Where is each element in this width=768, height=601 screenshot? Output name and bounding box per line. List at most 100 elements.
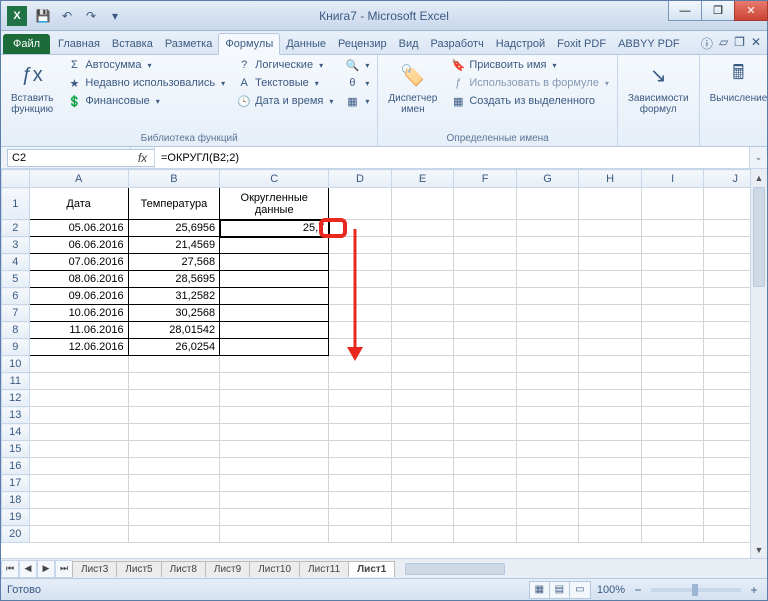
cell[interactable] [128, 407, 220, 424]
row-2[interactable]: 2 [2, 220, 30, 237]
financial-button[interactable]: 💲Финансовые▾ [63, 93, 229, 109]
lookup-button[interactable]: 🔍▾ [341, 57, 373, 73]
cell[interactable] [29, 475, 128, 492]
cell-A9[interactable]: 12.06.2016 [29, 339, 128, 356]
row-7[interactable]: 7 [2, 305, 30, 322]
scroll-thumb[interactable] [753, 187, 765, 287]
cell[interactable] [29, 390, 128, 407]
zoom-slider[interactable] [651, 588, 741, 592]
cell[interactable] [454, 475, 517, 492]
cell[interactable] [128, 441, 220, 458]
expand-formula-bar-icon[interactable]: ⌄ [749, 147, 767, 168]
tab-data[interactable]: Данные [280, 34, 332, 54]
cell[interactable] [128, 373, 220, 390]
row-16[interactable]: 16 [2, 458, 30, 475]
col-A[interactable]: A [29, 170, 128, 188]
sheet-tab-Лист10[interactable]: Лист10 [249, 561, 300, 577]
cell[interactable] [454, 339, 517, 356]
cell[interactable] [220, 373, 329, 390]
cell[interactable] [391, 441, 454, 458]
create-from-selection-button[interactable]: ▦Создать из выделенного [447, 93, 613, 109]
cell[interactable] [516, 492, 579, 509]
sheet-tab-Лист8[interactable]: Лист8 [161, 561, 206, 577]
cell[interactable] [579, 441, 642, 458]
cell[interactable] [329, 339, 392, 356]
insert-function-button[interactable]: ƒx Вставить функцию [5, 57, 59, 117]
cell[interactable] [329, 322, 392, 339]
sheet-tab-Лист11[interactable]: Лист11 [299, 561, 349, 577]
col-I[interactable]: I [641, 170, 704, 188]
row-14[interactable]: 14 [2, 424, 30, 441]
cell[interactable] [641, 424, 704, 441]
cell[interactable] [220, 390, 329, 407]
qat-more-icon[interactable]: ▾ [105, 6, 125, 26]
cell-C5[interactable] [220, 271, 329, 288]
cell[interactable] [29, 373, 128, 390]
cell-C1[interactable]: Округленные данные [220, 188, 329, 220]
cell[interactable] [579, 526, 642, 543]
cell[interactable] [454, 390, 517, 407]
cell[interactable] [641, 254, 704, 271]
tab-nav-next[interactable]: ▶ [37, 560, 55, 578]
cell[interactable] [29, 407, 128, 424]
cell[interactable] [29, 424, 128, 441]
page-break-icon[interactable]: ▭ [570, 582, 590, 598]
cell-B6[interactable]: 31,2582 [128, 288, 220, 305]
cell[interactable] [579, 220, 642, 237]
cell[interactable] [329, 356, 392, 373]
row-12[interactable]: 12 [2, 390, 30, 407]
cell[interactable] [220, 492, 329, 509]
scroll-down-icon[interactable]: ▼ [751, 541, 767, 558]
vertical-scrollbar[interactable]: ▲ ▼ [750, 169, 767, 558]
cell[interactable] [391, 188, 454, 220]
cell[interactable] [220, 356, 329, 373]
cell[interactable] [220, 526, 329, 543]
cell[interactable] [579, 271, 642, 288]
tab-nav-last[interactable]: ⏭ [55, 560, 73, 578]
minimize-button[interactable]: — [668, 1, 702, 21]
cell[interactable] [641, 339, 704, 356]
cell[interactable] [454, 220, 517, 237]
row-8[interactable]: 8 [2, 322, 30, 339]
cell[interactable] [516, 441, 579, 458]
cell[interactable] [391, 322, 454, 339]
undo-icon[interactable]: ↶ [57, 6, 77, 26]
cell[interactable] [220, 509, 329, 526]
cell[interactable] [516, 475, 579, 492]
cell[interactable] [220, 458, 329, 475]
cell-A5[interactable]: 08.06.2016 [29, 271, 128, 288]
cell[interactable] [579, 390, 642, 407]
row-11[interactable]: 11 [2, 373, 30, 390]
cell[interactable] [220, 475, 329, 492]
cell[interactable] [579, 475, 642, 492]
cell-A7[interactable]: 10.06.2016 [29, 305, 128, 322]
cell[interactable] [329, 441, 392, 458]
cell[interactable] [516, 188, 579, 220]
row-5[interactable]: 5 [2, 271, 30, 288]
hscroll-thumb[interactable] [405, 563, 505, 575]
cell[interactable] [641, 288, 704, 305]
cell[interactable] [579, 254, 642, 271]
cell[interactable] [516, 220, 579, 237]
tab-developer[interactable]: Разработч [425, 34, 490, 54]
cell-A8[interactable]: 11.06.2016 [29, 322, 128, 339]
cell[interactable] [329, 188, 392, 220]
tab-home[interactable]: Главная [52, 34, 106, 54]
cell-C8[interactable] [220, 322, 329, 339]
cell-C7[interactable] [220, 305, 329, 322]
select-all[interactable] [2, 170, 30, 188]
row-20[interactable]: 20 [2, 526, 30, 543]
cell[interactable] [641, 237, 704, 254]
calculation-button[interactable]: 🖩 Вычисление [704, 57, 768, 106]
cell[interactable] [579, 288, 642, 305]
cell[interactable] [391, 492, 454, 509]
cell[interactable] [641, 356, 704, 373]
cell[interactable] [641, 492, 704, 509]
cell[interactable] [128, 458, 220, 475]
cell[interactable] [516, 322, 579, 339]
row-9[interactable]: 9 [2, 339, 30, 356]
datetime-button[interactable]: 🕓Дата и время▾ [233, 93, 337, 109]
cell[interactable] [329, 492, 392, 509]
cell[interactable] [329, 509, 392, 526]
cell[interactable] [128, 356, 220, 373]
